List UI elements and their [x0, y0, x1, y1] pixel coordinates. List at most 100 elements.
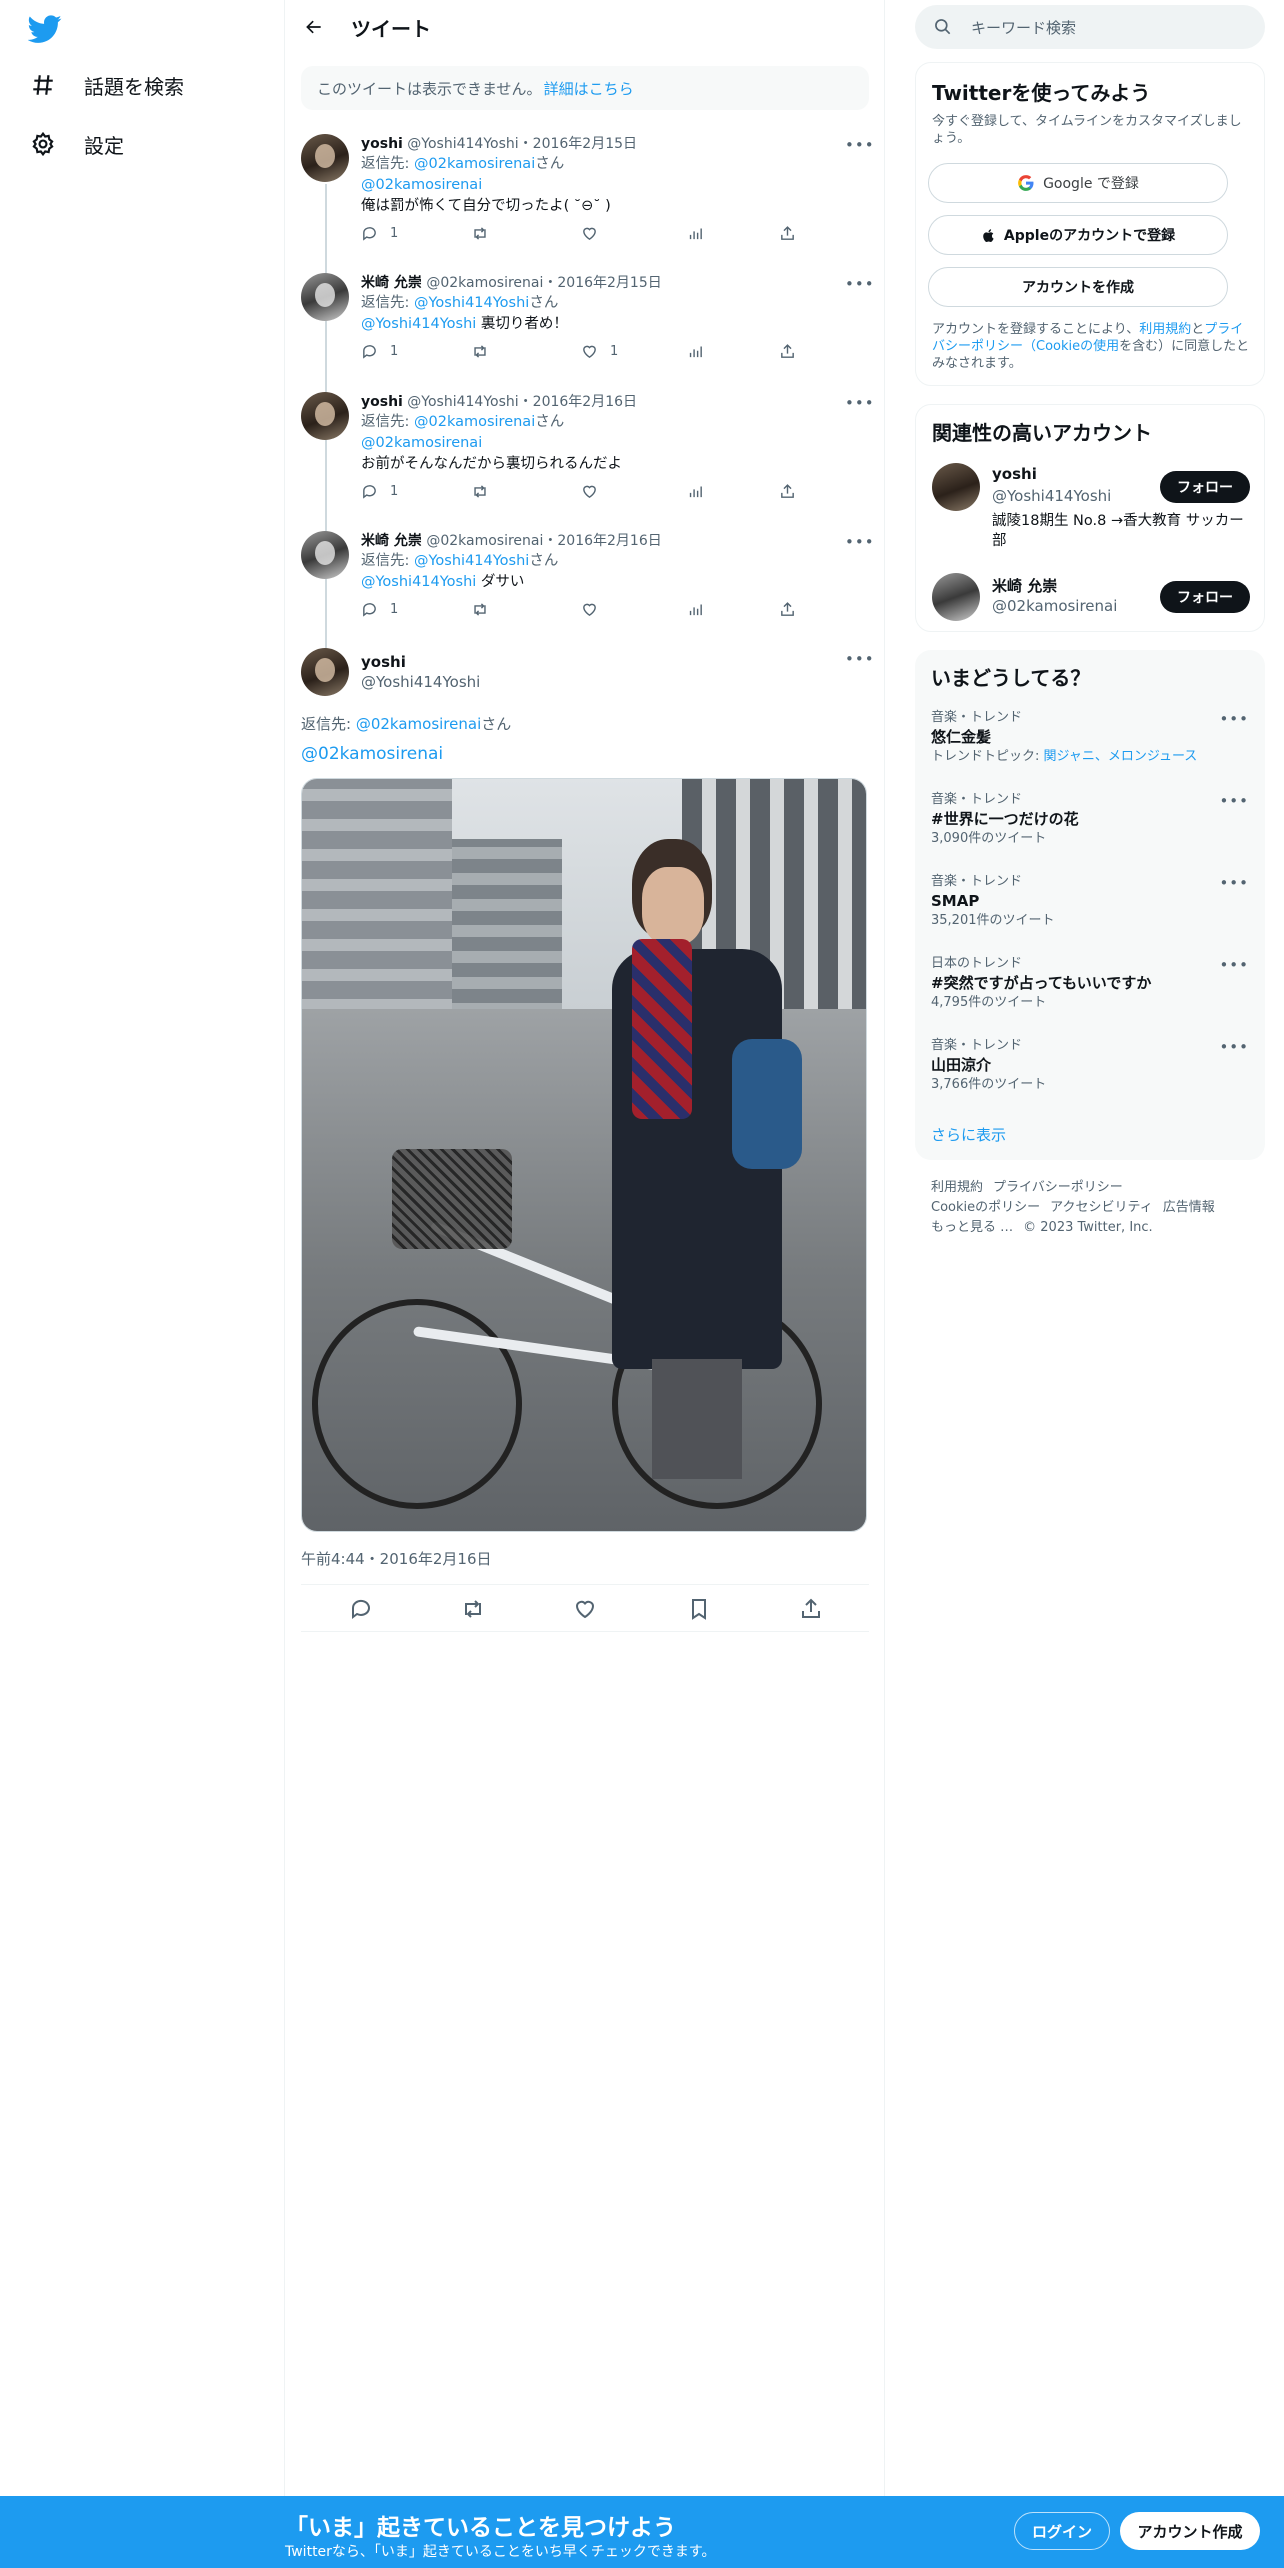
show-more-link[interactable]: さらに表示	[931, 1124, 1006, 1145]
tweet-date[interactable]: 2016年2月16日	[557, 533, 661, 549]
bookmark-icon[interactable]	[687, 1597, 711, 1621]
reply-to-link[interactable]: @Yoshi414Yoshi	[414, 295, 529, 311]
mention-link[interactable]: @Yoshi414Yoshi	[361, 316, 476, 332]
trend-item[interactable]: 音楽・トレンド 悠仁金髪 トレンドトピック: 関ジャニ、メロンジュース •••	[931, 710, 1249, 766]
avatar[interactable]	[932, 573, 980, 621]
follow-button[interactable]: フォロー	[1160, 471, 1250, 503]
reply-button[interactable]: 1	[361, 483, 398, 500]
more-icon[interactable]: •••	[1219, 710, 1249, 728]
footer-link[interactable]: 広告情報	[1163, 1200, 1215, 1215]
reply-to-link[interactable]: @02kamosirenai	[414, 414, 535, 430]
analytics-button[interactable]	[687, 343, 704, 360]
tweet-timestamp[interactable]: 午前4:44・2016年2月16日	[301, 1548, 492, 1569]
author-name[interactable]: yoshi	[361, 136, 403, 152]
more-icon[interactable]: •••	[845, 136, 874, 154]
avatar[interactable]	[301, 273, 349, 321]
mention-link[interactable]: @02kamosirenai	[361, 435, 482, 451]
like-button[interactable]	[581, 601, 610, 618]
share-button[interactable]	[779, 483, 796, 500]
mention-link[interactable]: @Yoshi414Yoshi	[361, 574, 476, 590]
author-name[interactable]: 米崎 允崇	[361, 275, 422, 291]
more-icon[interactable]: •••	[1219, 874, 1249, 892]
author-name[interactable]: 米崎 允崇	[361, 533, 422, 549]
search-input[interactable]: キーワード検索	[971, 17, 1076, 38]
retweet-button[interactable]	[471, 343, 501, 360]
google-signup-button[interactable]: Google で登録	[928, 163, 1228, 203]
tweet-date[interactable]: 2016年2月15日	[533, 136, 637, 152]
footer-link[interactable]: Cookieのポリシー	[931, 1200, 1040, 1215]
account-item[interactable]: 米崎 允崇 @02kamosirenai フォロー	[932, 573, 1250, 625]
reply-icon[interactable]	[349, 1597, 373, 1621]
avatar[interactable]	[301, 392, 349, 440]
retweet-button[interactable]	[471, 601, 501, 618]
avatar[interactable]	[301, 648, 349, 696]
author-handle[interactable]: @02kamosirenai	[426, 275, 543, 291]
more-icon[interactable]: •••	[1219, 956, 1249, 974]
analytics-button[interactable]	[687, 601, 704, 618]
reply-to-link[interactable]: @Yoshi414Yoshi	[414, 553, 529, 569]
author-name[interactable]: yoshi	[361, 652, 869, 672]
retweet-icon[interactable]	[461, 1597, 485, 1621]
reply-button[interactable]: 1	[361, 343, 398, 360]
trend-item[interactable]: 日本のトレンド #突然ですが占ってもいいですか 4,795件のツイート •••	[931, 956, 1249, 1012]
footer-link[interactable]: 利用規約	[931, 1180, 983, 1195]
mention-link[interactable]: @02kamosirenai	[361, 177, 482, 193]
reply-button[interactable]: 1	[361, 601, 398, 618]
more-icon[interactable]: •••	[1219, 792, 1249, 810]
footer-link[interactable]: プライバシーポリシー	[993, 1180, 1123, 1195]
share-button[interactable]	[779, 343, 796, 360]
author-handle[interactable]: @Yoshi414Yoshi	[407, 136, 518, 152]
search-box[interactable]: キーワード検索	[915, 5, 1265, 49]
terms-link[interactable]: 利用規約	[1139, 322, 1191, 337]
reply-to-link[interactable]: @02kamosirenai	[356, 715, 481, 733]
more-icon[interactable]: •••	[845, 533, 874, 551]
nav-explore[interactable]: 話題を検索	[28, 70, 184, 100]
like-button[interactable]: 1	[581, 343, 618, 360]
footer-link[interactable]: アクセシビリティ	[1050, 1200, 1153, 1215]
share-button[interactable]	[779, 601, 796, 618]
author-handle[interactable]: @Yoshi414Yoshi	[407, 394, 518, 410]
analytics-button[interactable]	[687, 483, 704, 500]
author-name[interactable]: yoshi	[361, 394, 403, 410]
nav-settings[interactable]: 設定	[28, 129, 124, 159]
share-icon[interactable]	[799, 1597, 823, 1621]
like-button[interactable]	[581, 225, 610, 242]
like-icon[interactable]	[573, 1597, 597, 1621]
tweet-date[interactable]: 2016年2月16日	[533, 394, 637, 410]
footer-more-link[interactable]: もっと見る …	[931, 1220, 1013, 1235]
trend-topic-link[interactable]: 関ジャニ、メロンジュース	[1044, 749, 1198, 764]
cookie-link[interactable]: （Cookieの使用	[1023, 339, 1119, 354]
more-icon[interactable]: •••	[845, 650, 874, 668]
notice-learn-more-link[interactable]: 詳細はこちら	[544, 78, 634, 99]
main-tweet-text[interactable]: @02kamosirenai	[301, 744, 443, 764]
avatar[interactable]	[301, 531, 349, 579]
follow-button[interactable]: フォロー	[1160, 581, 1250, 613]
reply-to-link[interactable]: @02kamosirenai	[414, 156, 535, 172]
twitter-logo-icon[interactable]	[28, 12, 62, 46]
share-button[interactable]	[779, 225, 796, 242]
retweet-button[interactable]	[471, 483, 501, 500]
apple-signup-button[interactable]: Appleのアカウントで登録	[928, 215, 1228, 255]
back-arrow-icon[interactable]	[297, 10, 331, 44]
trend-item[interactable]: 音楽・トレンド #世界に一つだけの花 3,090件のツイート •••	[931, 792, 1249, 848]
more-icon[interactable]: •••	[1219, 1038, 1249, 1056]
login-button[interactable]: ログイン	[1014, 2512, 1110, 2550]
account-item[interactable]: yoshi @Yoshi414Yoshi 誠陵18期生 No.8 →香大教育 サ…	[932, 463, 1250, 553]
author-handle[interactable]: @02kamosirenai	[426, 533, 543, 549]
tweet-date[interactable]: 2016年2月15日	[557, 275, 661, 291]
trend-item[interactable]: 音楽・トレンド 山田涼介 3,766件のツイート •••	[931, 1038, 1249, 1094]
create-account-button[interactable]: アカウントを作成	[928, 267, 1228, 307]
author-handle[interactable]: @Yoshi414Yoshi	[361, 672, 869, 692]
tweet-photo[interactable]	[301, 778, 867, 1532]
reply-button[interactable]: 1	[361, 225, 398, 242]
retweet-button[interactable]	[471, 225, 501, 242]
like-button[interactable]	[581, 483, 610, 500]
avatar[interactable]	[932, 463, 980, 511]
main-column: ツイート このツイートは表示できません。 詳細はこちら yoshi @Yoshi…	[285, 0, 885, 2496]
more-icon[interactable]: •••	[845, 275, 874, 293]
more-icon[interactable]: •••	[845, 394, 874, 412]
avatar[interactable]	[301, 134, 349, 182]
trend-item[interactable]: 音楽・トレンド SMAP 35,201件のツイート •••	[931, 874, 1249, 930]
signup-button[interactable]: アカウント作成	[1120, 2512, 1260, 2550]
analytics-button[interactable]	[687, 225, 704, 242]
